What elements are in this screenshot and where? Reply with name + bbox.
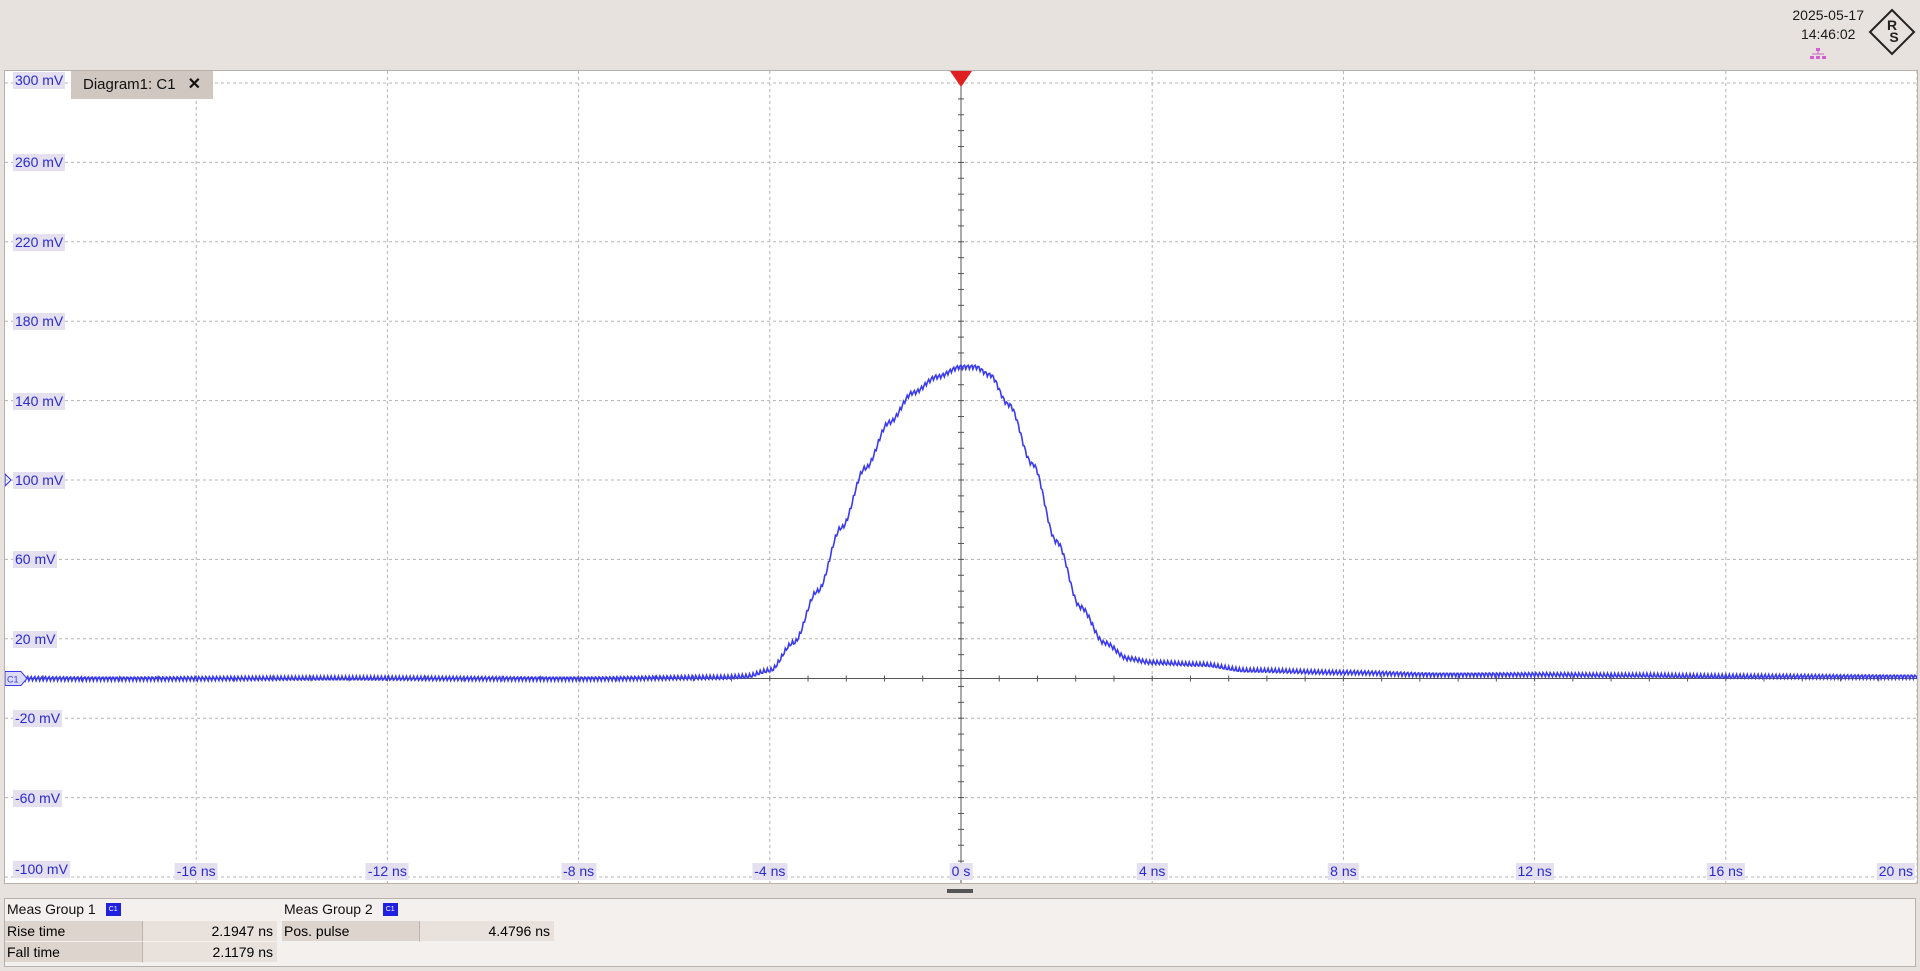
y-tick-label: 300 mV <box>13 72 66 89</box>
meas-row-fall-time[interactable]: Fall time 2.1179 ns <box>5 942 277 963</box>
y-tick-label: -20 mV <box>13 710 63 728</box>
x-tick-label: 8 ns <box>1328 863 1359 880</box>
meas-value: 2.1179 ns <box>143 942 277 963</box>
meas-group-2-title: Meas Group 2 <box>284 901 373 917</box>
meas-value: 2.1947 ns <box>143 921 277 942</box>
diagram-tab-label: Diagram1: C1 <box>83 76 176 93</box>
y-tick-label: -60 mV <box>13 789 63 807</box>
y-tick-label: 180 mV <box>13 313 66 331</box>
meas-group-1-title: Meas Group 1 <box>7 901 96 917</box>
diagram-area[interactable]: C1 Diagram1: C1 ✕ 300 mV 260 mV 220 mV 180 … <box>4 70 1918 884</box>
y-tick-label: 260 mV <box>13 154 66 172</box>
trigger-position-marker-icon <box>950 71 972 87</box>
time-label: 14:46:02 <box>1800 26 1856 42</box>
network-icon <box>1810 48 1826 59</box>
y-tick-label: 140 mV <box>13 392 66 410</box>
meas-label: Pos. pulse <box>282 921 420 942</box>
measurement-panel: Meas Group 1 C1 Rise time 2.1947 ns Fall… <box>4 898 1916 967</box>
date-label: 2025-05-17 <box>1792 7 1864 23</box>
x-tick-label: -16 ns <box>174 863 218 880</box>
channel-c1-badge-icon: C1 <box>382 902 398 916</box>
x-tick-label: -12 ns <box>365 863 409 880</box>
close-icon[interactable]: ✕ <box>188 71 201 99</box>
rs-logo: R S <box>1868 8 1916 56</box>
meas-label: Fall time <box>5 942 143 963</box>
x-tick-label: 16 ns <box>1706 863 1745 880</box>
x-tick-label: 0 s <box>949 863 973 880</box>
meas-label: Rise time <box>5 921 143 942</box>
channel-c1-badge-icon: C1 <box>105 902 121 916</box>
y-tick-label: 220 mV <box>13 233 66 251</box>
x-tick-label: -8 ns <box>561 863 597 880</box>
meas-value: 4.4796 ns <box>420 921 554 942</box>
meas-row-pos-pulse[interactable]: Pos. pulse 4.4796 ns <box>282 921 554 942</box>
x-tick-label: 4 ns <box>1136 863 1168 880</box>
y-tick-label: -100 mV <box>13 861 70 878</box>
x-tick-label: 20 ns <box>1876 863 1915 880</box>
diagram-tab[interactable]: Diagram1: C1 ✕ <box>71 71 213 99</box>
panel-splitter-handle[interactable] <box>947 889 973 893</box>
y-tick-label: 20 mV <box>13 630 58 648</box>
channel-c1-marker-label: C1 <box>7 675 19 685</box>
meas-group-title: Meas Group 1 C1 <box>7 901 121 917</box>
datetime-display: 2025-05-17 14:46:02 <box>1792 6 1864 44</box>
plot-canvas[interactable]: C1 <box>5 71 1917 883</box>
x-tick-label: -4 ns <box>752 863 788 880</box>
svg-text:S: S <box>1889 29 1898 45</box>
top-bar: 2025-05-17 14:46:02 R S <box>0 0 1920 68</box>
x-tick-label: 12 ns <box>1515 863 1554 880</box>
meas-row-rise-time[interactable]: Rise time 2.1947 ns <box>5 921 277 942</box>
y-tick-label: 60 mV <box>13 551 58 569</box>
meas-group-title: Meas Group 2 C1 <box>284 901 398 917</box>
y-tick-label: 100 mV <box>13 472 66 489</box>
